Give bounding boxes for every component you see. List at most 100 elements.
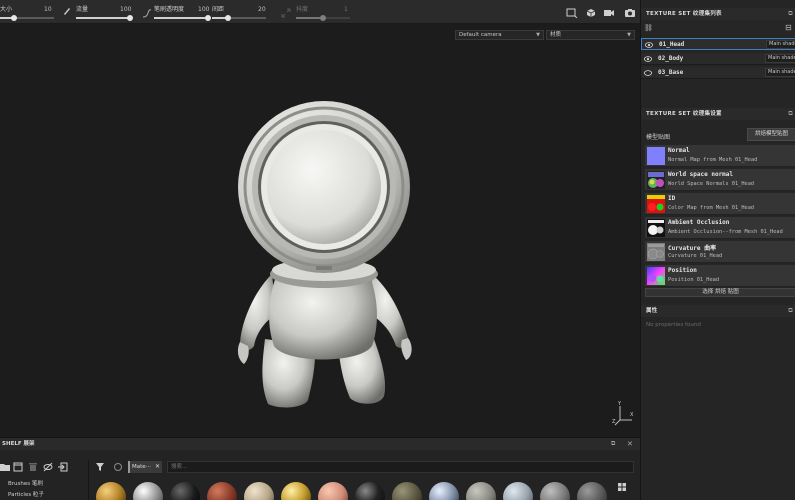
jitter-track[interactable] — [296, 15, 350, 21]
mesh-map-title: World space normal — [668, 171, 734, 178]
panel-dock-icon[interactable]: ⧉ — [611, 438, 615, 450]
world-normal-map-icon — [647, 171, 665, 189]
mesh-map-source: World Space Normals 01_Head — [668, 181, 755, 187]
shader-select[interactable]: Main shader — [765, 54, 795, 63]
id-map-icon — [647, 195, 665, 213]
texture-set-row[interactable]: 02_Body Main shader — [641, 53, 795, 65]
shelf-divider — [88, 460, 89, 500]
astronaut-3d-model[interactable] — [220, 84, 430, 414]
no-properties-text: No properties found — [646, 322, 701, 328]
mesh-map-slot-ao[interactable]: Ambient Occlusion Ambient Occlusion--fro… — [645, 217, 795, 239]
shelf-title: SHELF 展架 — [2, 441, 35, 447]
material-thumbnail[interactable] — [281, 482, 311, 500]
brush-size-handle[interactable] — [10, 15, 17, 21]
shelf-category-brushes[interactable]: Brushes 笔刷 — [8, 479, 43, 487]
flow-slider[interactable]: 流量 100 — [76, 3, 133, 21]
properties-header[interactable]: 属性 ⧉ — [641, 305, 795, 317]
mesh-map-title: Normal — [668, 147, 690, 154]
material-thumbnail[interactable] — [392, 482, 422, 500]
mesh-map-title: Ambient Occlusion — [668, 219, 730, 226]
panel-dock-icon[interactable]: ⧉ — [788, 108, 793, 120]
link-icon[interactable]: ⛓ — [644, 24, 653, 32]
material-thumbnail[interactable] — [503, 482, 533, 500]
material-thumbnail[interactable] — [244, 482, 274, 500]
screenshot-camera-icon[interactable] — [624, 8, 636, 18]
mesh-map-slot-normal[interactable]: Normal Normal Map from Mesh 01_Head — [645, 145, 795, 167]
position-map-icon — [647, 267, 665, 285]
brush-opacity-slider[interactable]: 笔刷透明度 100 — [154, 3, 211, 21]
material-thumbnail[interactable] — [96, 482, 126, 500]
new-window-icon[interactable] — [13, 462, 23, 472]
circle-toggle-icon[interactable] — [113, 462, 123, 472]
axis-z-label: Z — [612, 419, 616, 425]
brush-opacity-handle[interactable] — [205, 15, 211, 21]
panel-dock-icon[interactable]: ⧉ — [788, 305, 793, 317]
filter-icon[interactable] — [95, 462, 105, 472]
mesh-map-slot-id[interactable]: ID Color Map from Mesh 01_Head — [645, 193, 795, 215]
texture-set-settings-header[interactable]: TEXTURE SET 纹理集设置 ⧉ — [641, 108, 795, 120]
mesh-map-slot-world-normal[interactable]: World space normal World Space Normals 0… — [645, 169, 795, 191]
jitter-slider[interactable]: 抖度 1 — [296, 3, 352, 21]
shelf-category-particles[interactable]: Particles 粒子 — [8, 490, 44, 498]
flow-track[interactable] — [76, 15, 133, 21]
select-bake-maps-button[interactable]: 选择 烘焙 贴图 — [645, 288, 795, 297]
material-thumbnail[interactable] — [540, 482, 570, 500]
spacing-handle[interactable] — [225, 15, 232, 21]
material-thumbnail[interactable] — [170, 482, 200, 500]
selection-mode-icon[interactable] — [566, 8, 578, 18]
import-icon[interactable] — [58, 462, 68, 472]
texture-set-settings-title: TEXTURE SET 纹理集设置 — [646, 111, 722, 117]
filter-tag-chip[interactable]: Mate··· ✕ — [128, 461, 162, 473]
model-maps-label: 模型贴图 — [646, 134, 671, 141]
camera-select[interactable]: Default camera ▼ — [455, 30, 544, 40]
filter-tag-label: Mate··· — [132, 464, 151, 470]
mesh-map-slot-position[interactable]: Position Position 01_Head — [645, 265, 795, 287]
brush-size-slider[interactable]: 大小 10 — [0, 3, 56, 21]
jitter-handle[interactable] — [320, 15, 326, 21]
cube-view-icon[interactable] — [585, 8, 597, 18]
flow-handle[interactable] — [127, 15, 133, 21]
viewport-channel-select[interactable]: 材质 ▼ — [546, 30, 635, 40]
material-thumbnail[interactable] — [466, 482, 496, 500]
3d-viewport[interactable]: Default camera ▼ 材质 ▼ Y X Z — [0, 24, 640, 437]
texture-set-row[interactable]: 01_Head Main shader — [641, 38, 795, 50]
mesh-map-slot-curvature[interactable]: Curvature 曲率 Curvature 01_Head — [645, 241, 795, 263]
mesh-map-title: Curvature 曲率 — [668, 245, 717, 252]
eye-hidden-icon[interactable] — [644, 70, 652, 76]
material-thumbnail[interactable] — [318, 482, 348, 500]
eye-visible-icon[interactable] — [645, 42, 653, 48]
close-icon[interactable]: ✕ — [155, 461, 160, 473]
list-options-icon[interactable]: ⊟ — [785, 23, 792, 32]
texture-set-row[interactable]: 03_Base Main shader — [641, 67, 795, 79]
shader-select[interactable]: Main shader — [765, 68, 795, 77]
bake-mesh-maps-button[interactable]: 烘焙模型贴图 — [747, 128, 795, 141]
spacing-track[interactable] — [212, 15, 266, 21]
brush-opacity-track[interactable] — [154, 15, 211, 21]
flow-brush-icon — [64, 8, 70, 15]
material-thumbnail[interactable] — [429, 482, 459, 500]
brush-size-track[interactable] — [0, 15, 54, 21]
shader-select[interactable]: Main shader — [766, 40, 795, 49]
panel-dock-icon[interactable]: ⧉ — [788, 8, 793, 20]
trash-icon[interactable] — [28, 462, 38, 472]
spacing-slider[interactable]: 间距 20 — [212, 3, 268, 21]
tool-properties-bar: 大小 10 流量 100 笔刷透明度 100 间距 20 抖度 1 — [0, 0, 640, 24]
close-icon[interactable]: ✕ — [627, 438, 633, 450]
material-thumbnail[interactable] — [207, 482, 237, 500]
material-thumbnail[interactable] — [133, 482, 163, 500]
right-dock: TEXTURE SET 纹理集列表 ⧉ ⛓ ⊟ 01_Head Main sha… — [640, 0, 795, 500]
grid-view-icon[interactable] — [617, 482, 627, 492]
hide-eye-icon[interactable] — [43, 462, 53, 472]
shelf-search-input[interactable] — [167, 461, 634, 473]
jitter-value: 1 — [344, 6, 348, 13]
mesh-map-source: Curvature 01_Head — [668, 253, 723, 259]
video-camera-icon[interactable] — [603, 8, 615, 18]
folder-icon[interactable] — [0, 462, 10, 472]
opacity-curve-icon — [142, 9, 152, 18]
eye-visible-icon[interactable] — [644, 56, 652, 62]
shelf-header[interactable]: SHELF 展架 ⧉ ✕ — [0, 438, 640, 450]
axis-gizmo-icon: Y X Z — [612, 401, 634, 426]
material-thumbnail[interactable] — [577, 482, 607, 500]
material-thumbnail[interactable] — [355, 482, 385, 500]
texture-set-list-header[interactable]: TEXTURE SET 纹理集列表 ⧉ — [641, 8, 795, 20]
